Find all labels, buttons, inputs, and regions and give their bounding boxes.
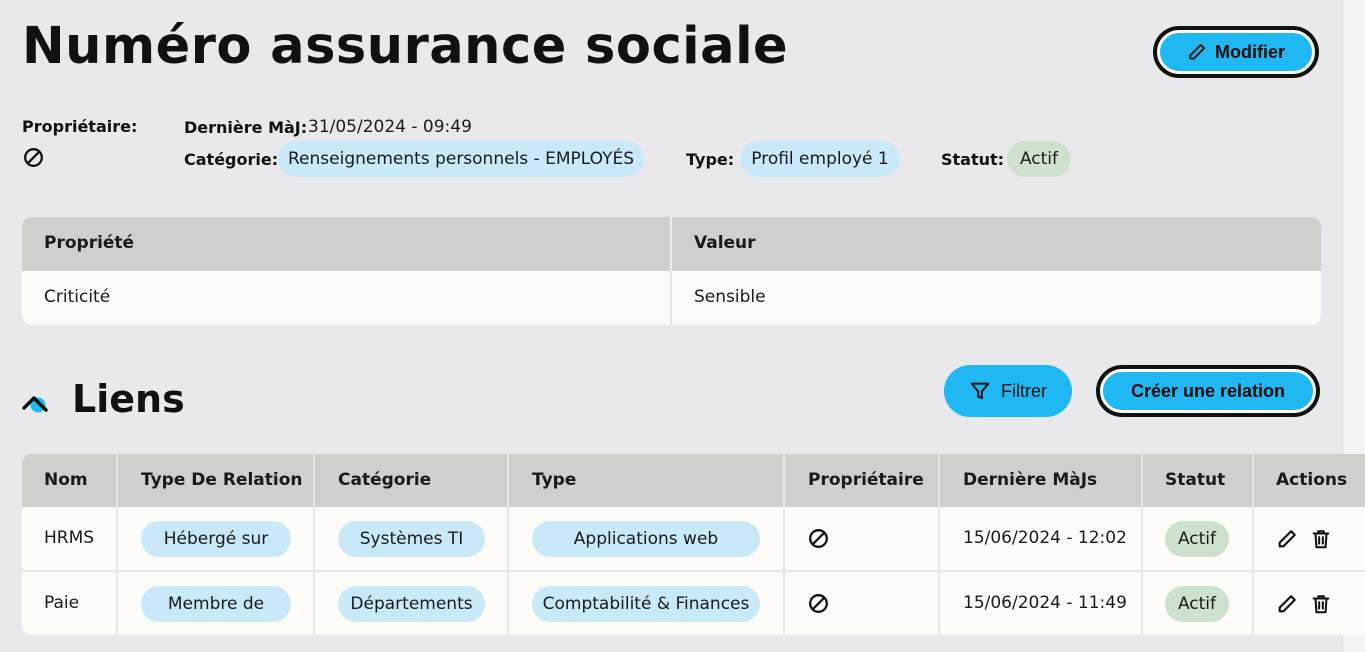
- trash-icon[interactable]: [1310, 528, 1332, 550]
- filter-button-label: Filtrer: [1001, 380, 1047, 401]
- category-badge: Départements: [338, 586, 485, 622]
- no-entry-icon: [808, 593, 829, 614]
- link-name: Paie: [44, 593, 80, 613]
- last-update-value: 15/06/2024 - 12:02: [963, 528, 1127, 548]
- modifier-button-label: Modifier: [1215, 41, 1285, 62]
- create-relation-button-label: Créer une relation: [1130, 380, 1286, 401]
- modifier-button[interactable]: Modifier: [1157, 30, 1315, 74]
- pencil-icon: [1187, 42, 1207, 62]
- status-badge: Actif: [1165, 521, 1229, 557]
- property-value: Sensible: [694, 287, 766, 307]
- type-badge: Applications web: [532, 521, 760, 557]
- link-name: HRMS: [44, 528, 95, 548]
- create-relation-button[interactable]: Créer une relation: [1100, 369, 1316, 413]
- last-update-value: 15/06/2024 - 11:49: [963, 593, 1127, 613]
- links-table-header: Nom Type De Relation Catégorie Type Prop…: [22, 454, 1365, 507]
- column-header-value: Valeur: [694, 233, 756, 253]
- column-header-status: Statut: [1165, 470, 1226, 490]
- column-header-owner: Propriétaire: [808, 470, 924, 490]
- status-badge: Actif: [1007, 141, 1071, 177]
- properties-table-header: Propriété Valeur: [22, 217, 1321, 271]
- last-update-label: Dernière MàJ:: [184, 118, 308, 137]
- chevron-up-icon[interactable]: [22, 393, 50, 415]
- no-entry-icon: [23, 147, 44, 168]
- property-name: Criticité: [44, 287, 111, 307]
- pencil-icon[interactable]: [1276, 528, 1298, 550]
- category-badge: Renseignements personnels - EMPLOYÉS: [278, 141, 644, 177]
- links-table: Nom Type De Relation Catégorie Type Prop…: [22, 454, 1365, 635]
- type-badge: Profil employé 1: [740, 141, 900, 177]
- type-badge: Comptabilité & Finances: [532, 586, 760, 622]
- relation-type-badge: Hébergé sur: [141, 521, 291, 557]
- no-entry-icon: [808, 528, 829, 549]
- status-badge: Actif: [1165, 586, 1229, 622]
- pencil-icon[interactable]: [1276, 593, 1298, 615]
- table-row[interactable]: Paie Membre de Départements Comptabilité…: [22, 572, 1365, 635]
- type-label: Type:: [686, 150, 735, 169]
- category-label: Catégorie:: [184, 150, 279, 169]
- column-header-actions: Actions: [1276, 470, 1348, 490]
- table-row[interactable]: HRMS Hébergé sur Systèmes TI Application…: [22, 507, 1365, 571]
- page-title: Numéro assurance sociale: [22, 17, 789, 76]
- last-update-value: 31/05/2024 - 09:49: [308, 117, 472, 137]
- filter-button[interactable]: Filtrer: [944, 365, 1072, 417]
- category-badge: Systèmes TI: [338, 521, 485, 557]
- section-title-liens: Liens: [72, 377, 185, 421]
- owner-label: Propriétaire:: [22, 117, 138, 136]
- column-header-property: Propriété: [44, 233, 135, 253]
- trash-icon[interactable]: [1310, 593, 1332, 615]
- relation-type-badge: Membre de: [141, 586, 291, 622]
- table-row: Criticité Sensible: [22, 271, 1321, 325]
- properties-table: Propriété Valeur Criticité Sensible: [22, 217, 1321, 325]
- column-header-last-update: Dernière MàJs: [963, 470, 1098, 490]
- status-label: Statut:: [941, 150, 1005, 169]
- column-header-type: Type: [532, 470, 577, 490]
- filter-icon: [969, 380, 991, 402]
- column-header-category: Catégorie: [338, 470, 432, 490]
- column-header-nom: Nom: [44, 470, 88, 490]
- column-header-relation-type: Type De Relation: [141, 470, 303, 490]
